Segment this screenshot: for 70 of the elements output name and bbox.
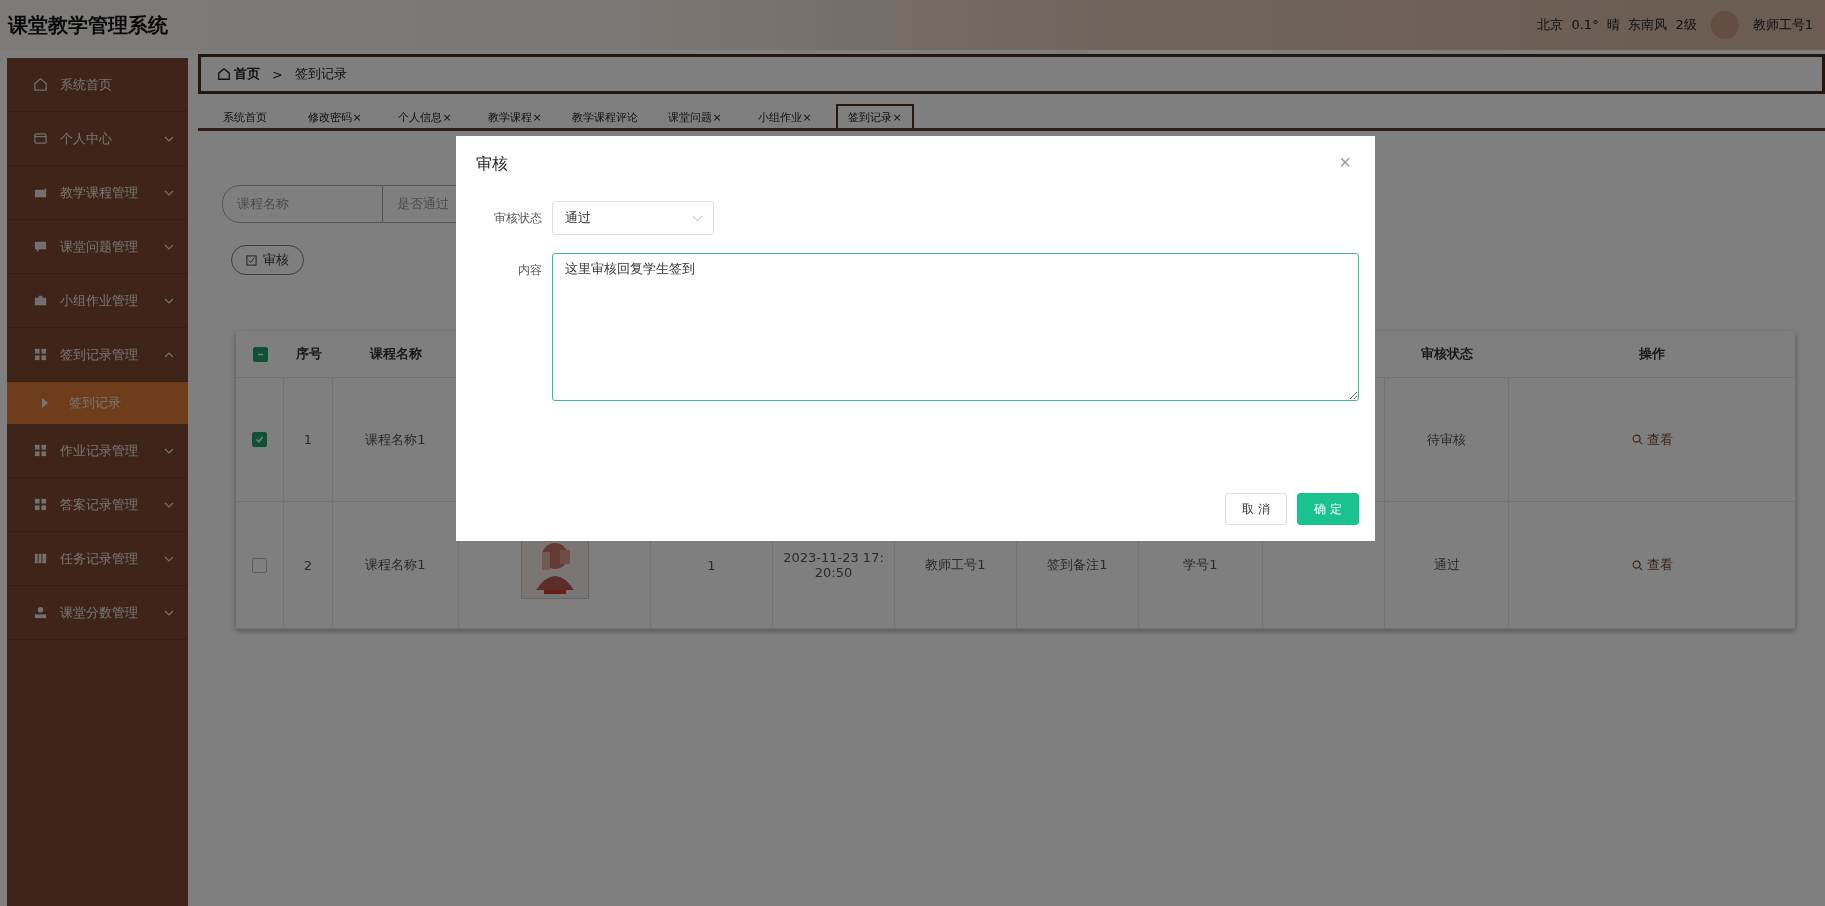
home-icon xyxy=(217,67,231,81)
user-icon xyxy=(33,605,48,620)
app-title: 课堂教学管理系统 xyxy=(8,11,168,39)
search-icon xyxy=(1631,559,1643,571)
user-name: 教师工号1 xyxy=(1752,16,1813,34)
grid-icon xyxy=(33,497,48,512)
sidebar-item[interactable]: 答案记录管理 xyxy=(7,478,188,532)
breadcrumb-link[interactable]: 首页 xyxy=(234,65,260,83)
sidebar-item[interactable]: 作业记录管理 xyxy=(7,424,188,478)
table-cell: 签到备注1 xyxy=(1047,556,1108,574)
sidebar-item[interactable]: 个人中心 xyxy=(7,112,188,166)
wallet-icon xyxy=(33,185,48,200)
close-button[interactable]: × xyxy=(1333,150,1357,175)
row-checkbox[interactable] xyxy=(252,432,267,447)
table-cell: 通过 xyxy=(1433,556,1460,574)
card-icon xyxy=(33,131,48,146)
field-label: 审核状态 xyxy=(493,210,542,227)
table-cell: 1 xyxy=(707,557,716,573)
cancel-button[interactable]: 取 消 xyxy=(1225,493,1287,525)
confirm-button[interactable]: 确 定 xyxy=(1297,493,1359,525)
chat-icon xyxy=(33,239,48,254)
table-cell: 2023-11-23 17:20:50 xyxy=(783,550,884,580)
column-header: 课程名称 xyxy=(370,345,422,363)
view-link[interactable]: 查看 xyxy=(1625,429,1679,450)
sidebar-subitem[interactable]: 签到记录 xyxy=(7,382,188,424)
table-cell: 教师工号1 xyxy=(925,556,986,574)
tab[interactable]: 个人信息× xyxy=(386,104,464,128)
column-header: 序号 xyxy=(295,345,322,363)
field-label: 内容 xyxy=(517,262,542,279)
books-icon xyxy=(33,551,48,566)
grid-icon xyxy=(33,347,48,362)
view-link[interactable]: 查看 xyxy=(1625,555,1679,575)
tab[interactable]: 签到记录× xyxy=(836,104,914,128)
tab[interactable]: 教学课程× xyxy=(476,104,554,128)
tab[interactable]: 系统首页 xyxy=(206,104,284,128)
caret-icon xyxy=(41,397,49,409)
row-checkbox[interactable] xyxy=(252,557,267,573)
chevron-icon xyxy=(692,214,703,222)
table-cell: 课程名称1 xyxy=(365,556,426,574)
sidebar-item[interactable]: 课堂问题管理 xyxy=(7,220,188,274)
sidebar-item[interactable]: 教学课程管理 xyxy=(7,166,188,220)
table-cell: 学号1 xyxy=(1183,556,1218,574)
tab[interactable]: 修改密码× xyxy=(296,104,374,128)
content-field[interactable]: 这里审核回复学生签到 xyxy=(552,253,1359,401)
briefcase-icon xyxy=(33,293,48,308)
status-select[interactable]: 通过 xyxy=(552,201,714,235)
table-cell: 2 xyxy=(303,557,313,573)
tab[interactable]: 教学课程评论 xyxy=(566,104,644,128)
search-icon xyxy=(1631,434,1643,445)
grid-icon xyxy=(33,443,48,458)
breadcrumb-item: 签到记录 xyxy=(294,65,347,83)
tab[interactable]: 小组作业× xyxy=(746,104,824,128)
audit-button[interactable]: 审核 xyxy=(231,245,304,275)
select-all-checkbox[interactable] xyxy=(252,346,268,362)
table-cell: 1 xyxy=(303,432,313,447)
table-cell: 待审核 xyxy=(1427,430,1466,449)
check-icon xyxy=(255,435,264,444)
weather-text: 北京 0.1° 晴 东南风 2级 xyxy=(1537,16,1697,34)
column-header: 操作 xyxy=(1639,345,1665,363)
home-icon xyxy=(33,77,48,92)
column-header: 审核状态 xyxy=(1421,345,1473,363)
checkbox-icon xyxy=(246,254,257,266)
table-cell: 课程名称1 xyxy=(365,430,426,449)
tab[interactable]: 课堂问题× xyxy=(656,104,734,128)
sidebar-item[interactable]: 系统首页 xyxy=(7,58,188,112)
sidebar-item[interactable]: 任务记录管理 xyxy=(7,532,188,586)
sidebar-item[interactable]: 小组作业管理 xyxy=(7,274,188,328)
dialog-title: 审核 xyxy=(476,154,508,175)
sidebar-item[interactable]: 课堂分数管理 xyxy=(7,586,188,640)
breadcrumb-separator: > xyxy=(272,66,283,82)
